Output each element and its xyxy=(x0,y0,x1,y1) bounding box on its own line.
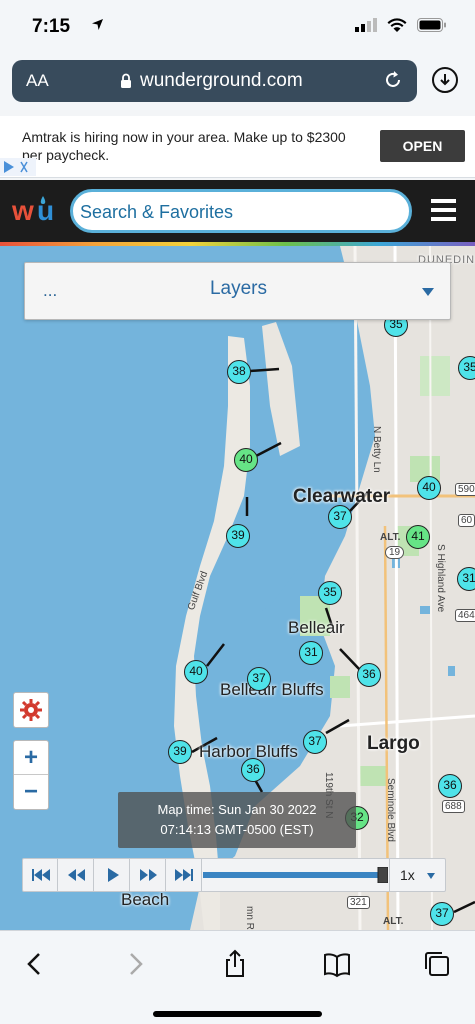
skip-back-icon xyxy=(32,869,50,881)
reload-icon[interactable] xyxy=(383,70,403,90)
wifi-icon xyxy=(387,18,407,32)
reader-text-size-button[interactable]: AA xyxy=(26,71,49,91)
road-label: 321 xyxy=(347,896,370,909)
road-label: ALT. xyxy=(383,916,404,927)
play-icon xyxy=(108,868,119,882)
wu-logo-icon[interactable]: w u xyxy=(12,194,64,226)
road-label: 464 xyxy=(455,609,475,622)
battery-icon xyxy=(417,18,446,32)
temperature-marker[interactable]: 35 xyxy=(458,356,475,380)
temperature-marker[interactable]: 37 xyxy=(303,730,327,754)
temperature-marker[interactable]: 37 xyxy=(328,505,352,529)
temperature-marker[interactable]: 41 xyxy=(406,525,430,549)
status-bar: 7:15 xyxy=(0,0,475,52)
place-label: Beach xyxy=(121,890,170,909)
forward-arrow-icon[interactable] xyxy=(120,949,150,979)
back-arrow-icon[interactable] xyxy=(20,949,50,979)
hamburger-menu-icon[interactable] xyxy=(431,199,456,221)
zoom-out-button[interactable]: − xyxy=(14,775,48,809)
ad-choices-icon[interactable] xyxy=(0,158,36,176)
road-label: 590 xyxy=(455,483,475,496)
step-back-button[interactable] xyxy=(59,859,94,891)
temperature-marker[interactable]: 35 xyxy=(318,581,342,605)
road-label: S Highland Ave xyxy=(435,544,446,613)
svg-text:u: u xyxy=(37,195,54,226)
lock-icon xyxy=(121,73,131,88)
svg-text:w: w xyxy=(12,195,34,226)
status-indicators xyxy=(355,18,447,32)
temperature-marker[interactable]: 37 xyxy=(247,667,271,691)
layers-label: Layers xyxy=(209,278,268,299)
temperature-marker[interactable]: 39 xyxy=(226,524,250,548)
tabs-icon[interactable] xyxy=(422,949,452,979)
road-label: 688 xyxy=(442,800,465,813)
zoom-in-button[interactable]: + xyxy=(14,741,48,775)
step-forward-button[interactable] xyxy=(131,859,166,891)
chevron-down-icon xyxy=(427,873,435,879)
rewind-icon xyxy=(68,869,85,881)
skip-to-end-button[interactable] xyxy=(167,859,202,891)
place-label: Belleair Bluffs xyxy=(220,680,324,699)
ad-open-button[interactable]: OPEN xyxy=(380,130,465,162)
place-label: Belleair xyxy=(288,618,345,637)
temperature-marker[interactable]: 31 xyxy=(299,641,323,665)
map-time-overlay: Map time: Sun Jan 30 2022 07:14:13 GMT-0… xyxy=(118,792,356,848)
weather-map[interactable]: DUNEDIN Clearwater Belleair Belleair Blu… xyxy=(0,246,475,930)
bookmarks-icon[interactable] xyxy=(322,949,352,979)
place-label: Largo xyxy=(367,733,420,754)
road-label: 60 xyxy=(458,514,475,527)
browser-toolbar xyxy=(0,930,475,1024)
temperature-marker[interactable]: 31 xyxy=(457,567,475,591)
site-header: w u Search & Favorites xyxy=(0,180,475,242)
home-indicator xyxy=(153,1011,322,1017)
speed-value: 1x xyxy=(400,867,415,883)
temperature-marker[interactable]: 36 xyxy=(241,758,265,782)
fast-forward-icon xyxy=(140,869,157,881)
timeline-slider[interactable] xyxy=(203,866,389,884)
search-input[interactable]: Search & Favorites xyxy=(70,189,412,233)
share-icon[interactable] xyxy=(220,949,250,979)
gear-icon xyxy=(20,699,42,721)
temperature-marker[interactable]: 40 xyxy=(234,448,258,472)
cellular-signal-icon xyxy=(355,18,377,32)
layers-dropdown[interactable]: ... Layers xyxy=(24,262,451,320)
playback-speed-select[interactable]: 1x xyxy=(389,859,445,891)
temperature-marker[interactable]: 38 xyxy=(227,360,251,384)
temperature-marker[interactable]: 40 xyxy=(417,476,441,500)
map-time-line2: 07:14:13 GMT-0500 (EST) xyxy=(160,822,314,837)
temperature-marker[interactable]: 36 xyxy=(438,774,462,798)
animation-player: 1x xyxy=(22,858,446,892)
location-arrow-icon xyxy=(92,19,103,30)
timeline-track xyxy=(203,866,389,884)
address-bar[interactable]: AA wunderground.com xyxy=(12,60,417,102)
screen: 7:15 AA wunderground.com Amtrak is hirin… xyxy=(0,0,475,1024)
map-time-line1: Map time: Sun Jan 30 2022 xyxy=(157,802,317,817)
downloads-button[interactable] xyxy=(432,67,458,93)
play-button[interactable] xyxy=(95,859,130,891)
skip-forward-icon xyxy=(175,869,193,881)
road-label: Seminole Blvd xyxy=(385,778,396,842)
temperature-marker[interactable]: 40 xyxy=(184,660,208,684)
download-arrow-icon xyxy=(440,74,450,86)
temperature-marker[interactable]: 39 xyxy=(168,740,192,764)
status-time: 7:15 xyxy=(32,16,71,37)
advertisement-banner[interactable]: Amtrak is hiring now in your area. Make … xyxy=(0,116,475,178)
map-settings-button[interactable] xyxy=(13,692,49,728)
skip-to-start-button[interactable] xyxy=(23,859,58,891)
chevron-down-icon xyxy=(422,288,434,296)
road-label: mn Rd xyxy=(244,906,255,930)
temperature-marker[interactable]: 37 xyxy=(430,902,454,926)
road-label: N Betty Ln xyxy=(371,426,382,473)
road-label: ALT. xyxy=(380,532,401,543)
url-text: wunderground.com xyxy=(140,70,303,91)
browser-url-area: AA wunderground.com xyxy=(0,52,475,110)
zoom-control: + − xyxy=(13,740,49,810)
road-label: 19 xyxy=(385,546,405,559)
temperature-marker[interactable]: 36 xyxy=(357,663,381,687)
ad-text: Amtrak is hiring now in your area. Make … xyxy=(22,129,346,163)
